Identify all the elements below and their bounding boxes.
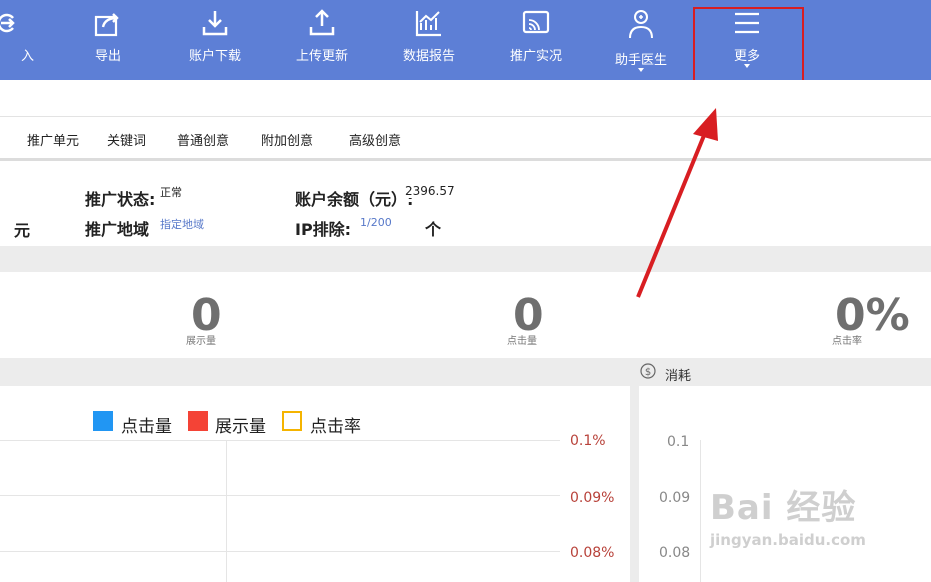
annotation-arrow [636, 108, 718, 298]
